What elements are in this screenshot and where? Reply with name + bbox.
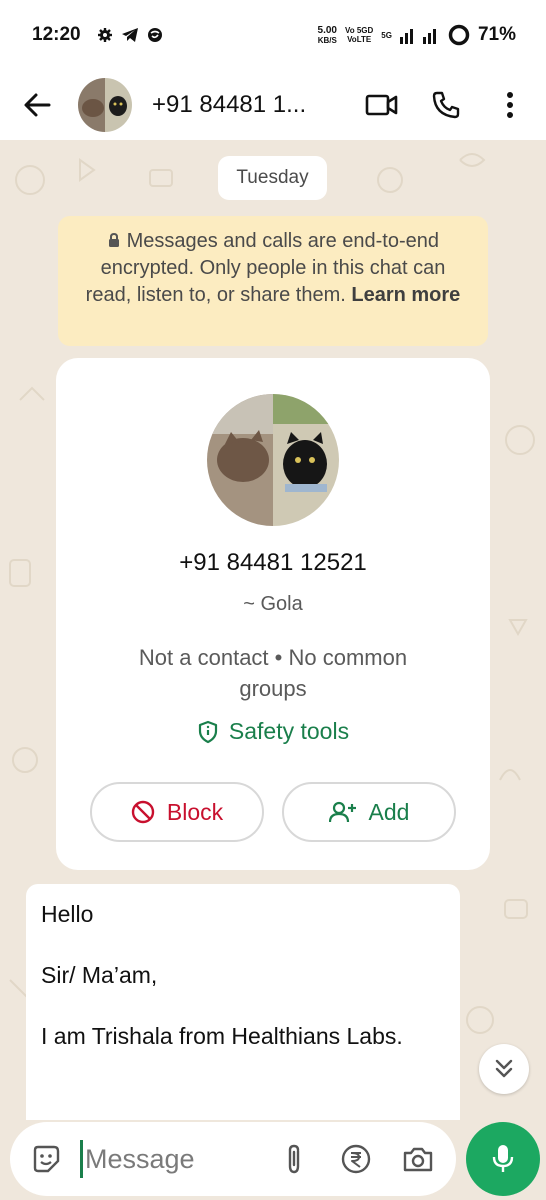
- scroll-to-bottom-button[interactable]: [479, 1044, 529, 1094]
- voice-call-button[interactable]: [424, 83, 468, 127]
- back-arrow-icon: [24, 93, 51, 117]
- battery-icon: [448, 24, 470, 46]
- date-separator: Tuesday: [218, 156, 327, 200]
- video-call-button[interactable]: [360, 83, 404, 127]
- status-right: 5.00 KB/S Vo 5GD VoLTE 5G 71%: [318, 24, 516, 46]
- back-button[interactable]: [6, 74, 68, 136]
- net-tags: Vo 5GD VoLTE: [345, 26, 373, 44]
- add-contact-button[interactable]: Add: [282, 782, 456, 842]
- contact-meta: Not a contact • No common groups: [138, 645, 408, 701]
- battery-percent: 71%: [477, 24, 516, 45]
- contact-phone: +91 84481 12521: [179, 549, 367, 576]
- message-input[interactable]: [85, 1143, 253, 1175]
- voice-call-icon: [432, 91, 460, 119]
- settings-gear-icon: [97, 28, 112, 42]
- cat-photo-icon: [207, 394, 339, 526]
- sticker-icon: [33, 1145, 60, 1173]
- block-icon: [131, 800, 155, 824]
- sticker-button[interactable]: [26, 1139, 66, 1179]
- video-call-icon: [365, 94, 398, 116]
- net-speed-value: 5.00: [317, 24, 337, 36]
- app-bar-actions: [360, 83, 532, 127]
- add-person-icon: [328, 801, 356, 823]
- safety-tools-link[interactable]: Safety tools: [56, 718, 490, 745]
- signal-icon: [399, 29, 436, 44]
- voice-message-button[interactable]: [466, 1122, 540, 1196]
- text-cursor: [80, 1140, 83, 1178]
- composer-actions: [272, 1137, 440, 1181]
- net-tag-top: Vo 5GD: [344, 26, 374, 35]
- block-label: Block: [166, 798, 224, 825]
- shield-icon: [198, 720, 218, 743]
- message-line: I am Trishala from Healthians Labs.: [41, 1023, 403, 1049]
- net-speed-unit: KB/S: [317, 35, 337, 45]
- double-chevron-down-icon: [495, 1059, 513, 1078]
- net-tag-bottom: VoLTE: [347, 35, 372, 44]
- telegram-icon: [121, 28, 138, 42]
- status-bar: 12:20 5.00 KB/S Vo 5GD VoLTE 5G 71%: [0, 0, 546, 70]
- more-options-icon: [507, 92, 513, 118]
- rupee-icon: [341, 1144, 371, 1174]
- incoming-message[interactable]: Hello Sir/ Ma’am, I am Trishala from Hea…: [26, 884, 460, 1120]
- encryption-notice[interactable]: Messages and calls are end-to-end encryp…: [58, 216, 488, 346]
- more-options-button[interactable]: [488, 83, 532, 127]
- network-label: 5G: [381, 30, 392, 40]
- message-composer: [10, 1122, 456, 1196]
- status-time: 12:20: [32, 24, 81, 45]
- status-left-icons: [97, 27, 163, 43]
- microphone-icon: [492, 1145, 514, 1172]
- paperclip-icon: [288, 1144, 300, 1174]
- net-speed: 5.00 KB/S: [317, 24, 337, 45]
- attach-button[interactable]: [272, 1137, 316, 1181]
- camera-button[interactable]: [396, 1137, 440, 1181]
- cat-photo-icon: [78, 78, 132, 132]
- message-line: Sir/ Ma’am,: [41, 962, 158, 988]
- message-line: Hello: [41, 901, 94, 927]
- safety-tools-label: Safety tools: [228, 718, 350, 744]
- camera-icon: [403, 1147, 433, 1172]
- contact-info-card: +91 84481 12521 ~ Gola Not a contact • N…: [56, 358, 490, 870]
- chat-area[interactable]: Tuesday Messages and calls are end-to-en…: [0, 140, 546, 1120]
- lock-icon: [109, 232, 120, 247]
- block-button[interactable]: Block: [90, 782, 264, 842]
- vpn-icon: [147, 28, 162, 42]
- add-label: Add: [368, 798, 410, 825]
- chat-title[interactable]: +91 84481 1...: [152, 91, 330, 119]
- contact-avatar-large: [207, 394, 339, 526]
- contact-avatar[interactable]: [78, 78, 132, 132]
- chat-app-bar: +91 84481 1...: [0, 70, 546, 140]
- learn-more-link[interactable]: Learn more: [351, 284, 460, 306]
- payment-button[interactable]: [334, 1137, 378, 1181]
- contact-name: ~ Gola: [243, 593, 303, 615]
